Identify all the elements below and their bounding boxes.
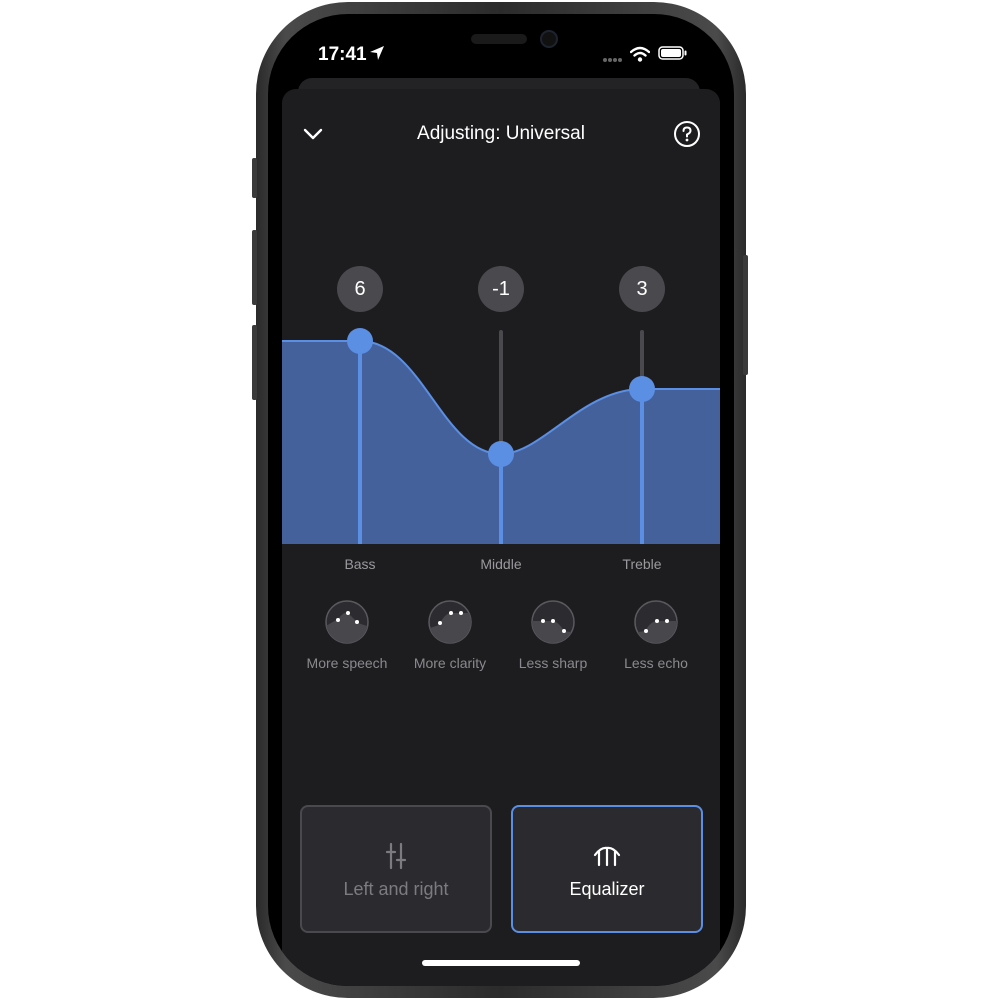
- band-label-middle: Middle: [480, 556, 522, 572]
- bass-value-badge: 6: [337, 266, 383, 312]
- equalizer-button[interactable]: Equalizer: [511, 805, 703, 933]
- volume-up-button: [252, 230, 257, 305]
- home-indicator[interactable]: [422, 960, 580, 966]
- wifi-icon: [630, 46, 650, 62]
- front-camera: [540, 30, 558, 48]
- phone-screen: 17:41 Adjusting: Universal 6 -1 3 Bass M…: [268, 14, 734, 986]
- treble-value-badge: 3: [619, 266, 665, 312]
- page-title: Adjusting: Universal: [417, 123, 585, 144]
- sharp-curve-icon: [531, 600, 575, 644]
- preset-label: More clarity: [413, 655, 487, 671]
- band-label-treble: Treble: [622, 556, 662, 572]
- adjust-sheet: Adjusting: Universal 6 -1 3 Bass Middle …: [282, 89, 720, 986]
- status-time: 17:41: [318, 44, 367, 65]
- preset-less-sharp[interactable]: Less sharp: [498, 599, 608, 671]
- volume-down-button: [252, 325, 257, 400]
- preset-less-echo[interactable]: Less echo: [601, 599, 711, 671]
- preset-label: Less sharp: [518, 655, 588, 671]
- help-icon[interactable]: [673, 120, 701, 148]
- signal-icon: [603, 58, 622, 62]
- sliders-icon: [385, 842, 407, 870]
- preset-more-clarity[interactable]: More clarity: [395, 599, 505, 671]
- echo-curve-icon: [634, 600, 678, 644]
- speech-curve-icon: [325, 600, 369, 644]
- preset-label: Less echo: [624, 655, 688, 671]
- location-arrow-icon: [370, 46, 384, 60]
- equalizer-label: Equalizer: [569, 879, 645, 899]
- slider-handle-middle[interactable]: [488, 441, 514, 467]
- slider-handle-bass[interactable]: [347, 328, 373, 354]
- band-label-bass: Bass: [344, 556, 376, 572]
- power-button: [743, 255, 748, 375]
- mute-switch: [252, 158, 257, 198]
- battery-icon: [658, 46, 687, 60]
- left-and-right-label: Left and right: [343, 879, 449, 899]
- preset-label: More speech: [306, 655, 388, 671]
- left-and-right-button[interactable]: Left and right: [300, 805, 492, 933]
- equalizer-curve-icon: [593, 846, 621, 867]
- middle-value-badge: -1: [478, 266, 524, 312]
- clarity-curve-icon: [428, 600, 472, 644]
- speaker-notch: [471, 34, 527, 44]
- slider-handle-treble[interactable]: [629, 376, 655, 402]
- preset-more-speech[interactable]: More speech: [292, 599, 402, 671]
